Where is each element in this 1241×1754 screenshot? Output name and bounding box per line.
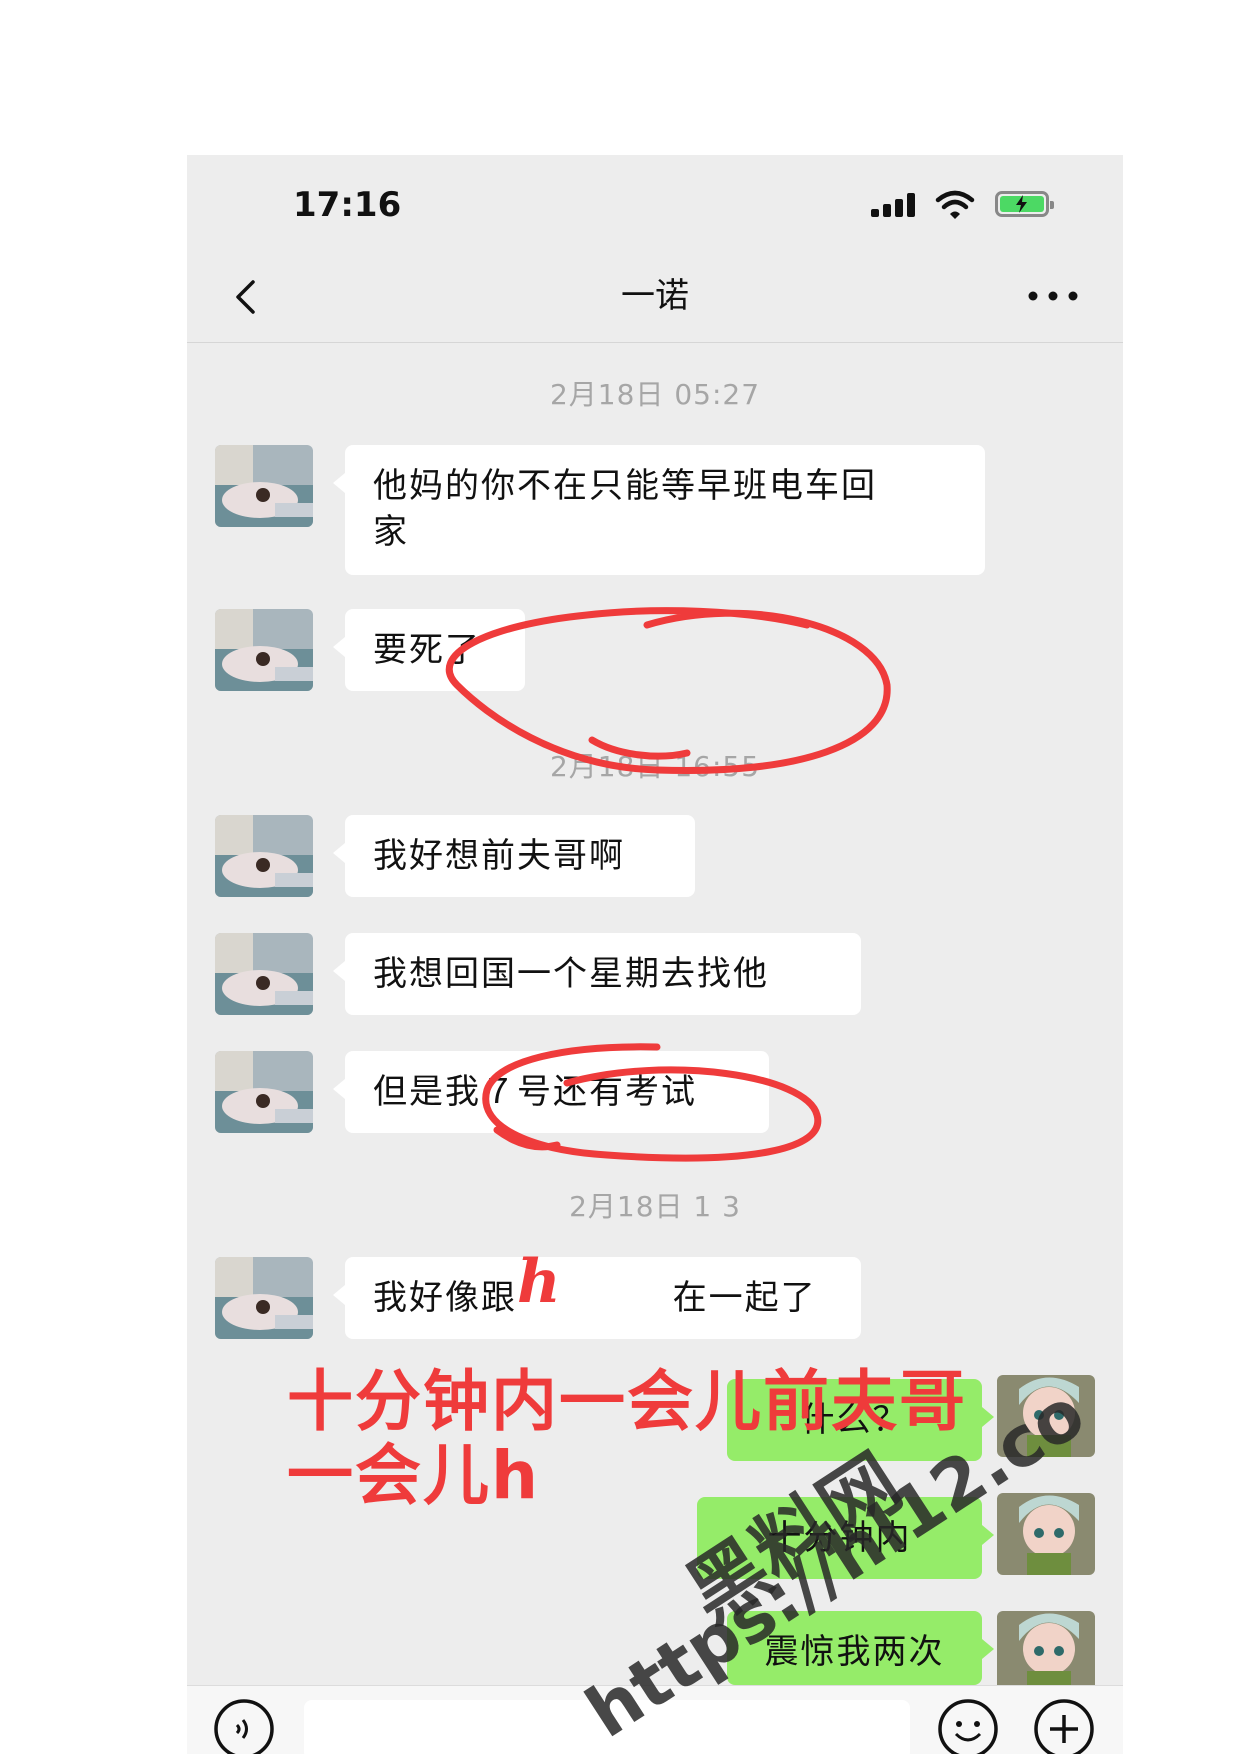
annotation-line2: 一会儿h [287,1437,540,1514]
annotation-line1: 十分钟内一会儿前夫哥 [287,1363,967,1440]
annotation-mark: h [517,1247,563,1317]
phone-screen: 17:16 一诺 2月18日 05:27 他妈的你不在只能等早班电车回 家 要死… [187,155,1123,1754]
